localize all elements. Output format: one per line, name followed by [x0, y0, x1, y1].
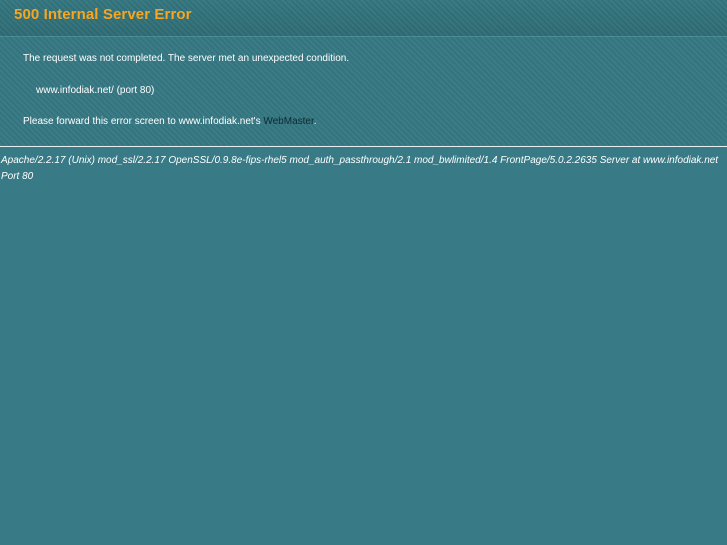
host-line: www.infodiak.net/ (port 80) [36, 85, 155, 96]
page-title: 500 Internal Server Error [14, 6, 192, 23]
webmaster-link[interactable]: WebMaster [263, 116, 313, 127]
divider [0, 146, 727, 147]
server-signature: Apache/2.2.17 (Unix) mod_ssl/2.2.17 Open… [1, 155, 719, 182]
forward-prefix: Please forward this error screen to www.… [23, 116, 264, 127]
forward-instruction: Please forward this error screen to www.… [23, 116, 317, 127]
error-message: The request was not completed. The serve… [23, 53, 350, 64]
header-bar: 500 Internal Server Error [0, 0, 727, 37]
forward-suffix: . [313, 116, 317, 127]
error-content-panel: The request was not completed. The serve… [0, 37, 727, 145]
